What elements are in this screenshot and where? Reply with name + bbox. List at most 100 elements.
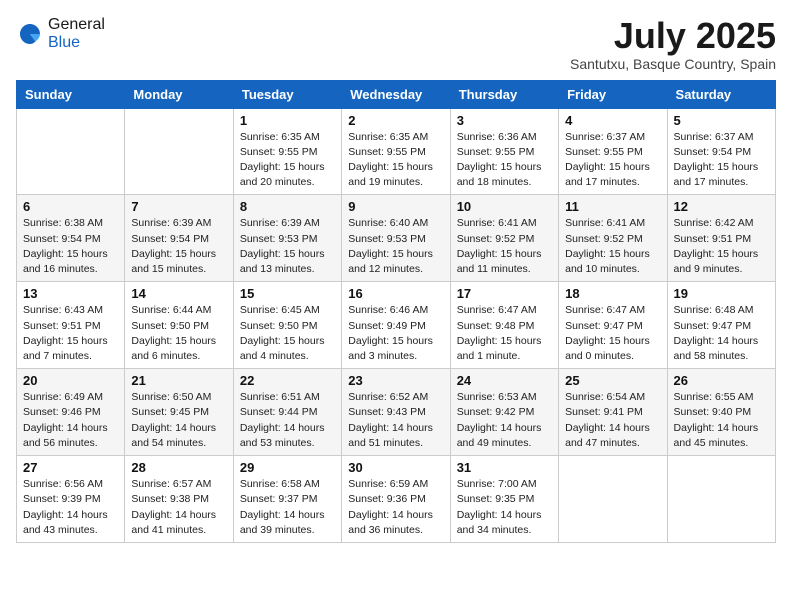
day-info: Sunrise: 6:52 AMSunset: 9:43 PMDaylight:…	[348, 390, 443, 451]
calendar-cell: 13 Sunrise: 6:43 AMSunset: 9:51 PMDayligh…	[17, 282, 125, 369]
day-number: 17	[457, 286, 552, 301]
calendar-cell: 25Sunrise: 6:54 AMSunset: 9:41 PMDayligh…	[559, 369, 667, 456]
day-number: 24	[457, 373, 552, 388]
calendar-cell: 27Sunrise: 6:56 AMSunset: 9:39 PMDayligh…	[17, 456, 125, 543]
day-number: 10	[457, 199, 552, 214]
day-number: 3	[457, 113, 552, 128]
day-number: 31	[457, 460, 552, 475]
day-number: 30	[348, 460, 443, 475]
day-info: Sunrise: 6:39 AMSunset: 9:54 PMDaylight:…	[131, 216, 226, 277]
day-number: 11	[565, 199, 660, 214]
day-number: 6	[23, 199, 118, 214]
calendar-cell: 23 Sunrise: 6:52 AMSunset: 9:43 PMDayligh…	[342, 369, 450, 456]
day-info: Sunrise: 6:48 AMSunset: 9:47 PMDaylight:…	[674, 303, 769, 364]
calendar: SundayMondayTuesdayWednesdayThursdayFrid…	[16, 80, 776, 543]
day-number: 16	[348, 286, 443, 301]
calendar-week-row: 1 Sunrise: 6:35 AMSunset: 9:55 PMDaylight…	[17, 108, 776, 195]
day-number: 28	[131, 460, 226, 475]
calendar-cell	[17, 108, 125, 195]
day-info: Sunrise: 6:54 AMSunset: 9:41 PMDaylight:…	[565, 390, 660, 451]
calendar-cell: 15 Sunrise: 6:45 AMSunset: 9:50 PMDayligh…	[233, 282, 341, 369]
day-number: 23	[348, 373, 443, 388]
calendar-cell: 3 Sunrise: 6:36 AMSunset: 9:55 PMDaylight…	[450, 108, 558, 195]
day-info: Sunrise: 6:44 AMSunset: 9:50 PMDaylight:…	[131, 303, 226, 364]
calendar-week-row: 6Sunrise: 6:38 AMSunset: 9:54 PMDaylight…	[17, 195, 776, 282]
day-number: 15	[240, 286, 335, 301]
weekday-header-cell: Thursday	[450, 80, 558, 108]
weekday-header-cell: Friday	[559, 80, 667, 108]
location: Santutxu, Basque Country, Spain	[570, 56, 776, 72]
day-info: Sunrise: 6:53 AMSunset: 9:42 PMDaylight:…	[457, 390, 552, 451]
calendar-cell: 10Sunrise: 6:41 AMSunset: 9:52 PMDayligh…	[450, 195, 558, 282]
day-number: 13	[23, 286, 118, 301]
day-info: Sunrise: 6:41 AMSunset: 9:52 PMDaylight:…	[565, 216, 660, 277]
day-info: Sunrise: 6:59 AMSunset: 9:36 PMDaylight:…	[348, 477, 443, 538]
day-info: Sunrise: 6:50 AMSunset: 9:45 PMDaylight:…	[131, 390, 226, 451]
calendar-cell: 18 Sunrise: 6:47 AMSunset: 9:47 PMDayligh…	[559, 282, 667, 369]
calendar-body: 1 Sunrise: 6:35 AMSunset: 9:55 PMDaylight…	[17, 108, 776, 542]
logo-text: General Blue	[48, 16, 105, 52]
day-number: 12	[674, 199, 769, 214]
day-number: 9	[348, 199, 443, 214]
calendar-cell: 1 Sunrise: 6:35 AMSunset: 9:55 PMDaylight…	[233, 108, 341, 195]
calendar-week-row: 13 Sunrise: 6:43 AMSunset: 9:51 PMDayligh…	[17, 282, 776, 369]
calendar-cell: 14Sunrise: 6:44 AMSunset: 9:50 PMDayligh…	[125, 282, 233, 369]
day-info: Sunrise: 6:51 AMSunset: 9:44 PMDaylight:…	[240, 390, 335, 451]
weekday-header: SundayMondayTuesdayWednesdayThursdayFrid…	[17, 80, 776, 108]
calendar-cell	[125, 108, 233, 195]
header: General Blue July 2025 Santutxu, Basque …	[16, 16, 776, 72]
calendar-cell: 31Sunrise: 7:00 AMSunset: 9:35 PMDayligh…	[450, 456, 558, 543]
calendar-cell: 9 Sunrise: 6:40 AMSunset: 9:53 PMDaylight…	[342, 195, 450, 282]
day-info: Sunrise: 6:37 AMSunset: 9:54 PMDaylight:…	[674, 130, 769, 191]
day-info: Sunrise: 6:45 AMSunset: 9:50 PMDaylight:…	[240, 303, 335, 364]
calendar-cell: 7 Sunrise: 6:39 AMSunset: 9:54 PMDaylight…	[125, 195, 233, 282]
title-area: July 2025 Santutxu, Basque Country, Spai…	[570, 16, 776, 72]
calendar-week-row: 27Sunrise: 6:56 AMSunset: 9:39 PMDayligh…	[17, 456, 776, 543]
day-info: Sunrise: 6:35 AMSunset: 9:55 PMDaylight:…	[240, 130, 335, 191]
calendar-cell: 26 Sunrise: 6:55 AMSunset: 9:40 PMDayligh…	[667, 369, 775, 456]
weekday-header-cell: Wednesday	[342, 80, 450, 108]
logo-icon	[16, 20, 44, 48]
calendar-cell	[667, 456, 775, 543]
day-info: Sunrise: 6:35 AMSunset: 9:55 PMDaylight:…	[348, 130, 443, 191]
calendar-cell: 5Sunrise: 6:37 AMSunset: 9:54 PMDaylight…	[667, 108, 775, 195]
calendar-cell: 19 Sunrise: 6:48 AMSunset: 9:47 PMDayligh…	[667, 282, 775, 369]
day-info: Sunrise: 6:47 AMSunset: 9:47 PMDaylight:…	[565, 303, 660, 364]
calendar-cell: 20 Sunrise: 6:49 AMSunset: 9:46 PMDayligh…	[17, 369, 125, 456]
calendar-cell: 8Sunrise: 6:39 AMSunset: 9:53 PMDaylight…	[233, 195, 341, 282]
weekday-header-cell: Monday	[125, 80, 233, 108]
day-info: Sunrise: 6:46 AMSunset: 9:49 PMDaylight:…	[348, 303, 443, 364]
calendar-cell: 28 Sunrise: 6:57 AMSunset: 9:38 PMDayligh…	[125, 456, 233, 543]
day-info: Sunrise: 6:43 AMSunset: 9:51 PMDaylight:…	[23, 303, 118, 364]
calendar-cell: 16 Sunrise: 6:46 AMSunset: 9:49 PMDayligh…	[342, 282, 450, 369]
day-info: Sunrise: 6:57 AMSunset: 9:38 PMDaylight:…	[131, 477, 226, 538]
day-number: 7	[131, 199, 226, 214]
day-number: 18	[565, 286, 660, 301]
day-number: 4	[565, 113, 660, 128]
calendar-cell: 24 Sunrise: 6:53 AMSunset: 9:42 PMDayligh…	[450, 369, 558, 456]
calendar-cell: 30 Sunrise: 6:59 AMSunset: 9:36 PMDayligh…	[342, 456, 450, 543]
day-number: 22	[240, 373, 335, 388]
weekday-header-cell: Saturday	[667, 80, 775, 108]
calendar-cell: 17 Sunrise: 6:47 AMSunset: 9:48 PMDayligh…	[450, 282, 558, 369]
day-info: Sunrise: 6:47 AMSunset: 9:48 PMDaylight:…	[457, 303, 552, 364]
day-number: 26	[674, 373, 769, 388]
calendar-cell: 22 Sunrise: 6:51 AMSunset: 9:44 PMDayligh…	[233, 369, 341, 456]
day-info: Sunrise: 6:40 AMSunset: 9:53 PMDaylight:…	[348, 216, 443, 277]
month-title: July 2025	[570, 16, 776, 56]
day-info: Sunrise: 6:55 AMSunset: 9:40 PMDaylight:…	[674, 390, 769, 451]
day-number: 1	[240, 113, 335, 128]
day-number: 21	[131, 373, 226, 388]
day-number: 19	[674, 286, 769, 301]
calendar-cell: 11 Sunrise: 6:41 AMSunset: 9:52 PMDayligh…	[559, 195, 667, 282]
calendar-cell: 21 Sunrise: 6:50 AMSunset: 9:45 PMDayligh…	[125, 369, 233, 456]
day-info: Sunrise: 6:58 AMSunset: 9:37 PMDaylight:…	[240, 477, 335, 538]
day-info: Sunrise: 6:36 AMSunset: 9:55 PMDaylight:…	[457, 130, 552, 191]
day-number: 2	[348, 113, 443, 128]
day-info: Sunrise: 6:56 AMSunset: 9:39 PMDaylight:…	[23, 477, 118, 538]
day-number: 20	[23, 373, 118, 388]
day-info: Sunrise: 6:37 AMSunset: 9:55 PMDaylight:…	[565, 130, 660, 191]
day-number: 29	[240, 460, 335, 475]
calendar-cell	[559, 456, 667, 543]
day-info: Sunrise: 6:49 AMSunset: 9:46 PMDaylight:…	[23, 390, 118, 451]
